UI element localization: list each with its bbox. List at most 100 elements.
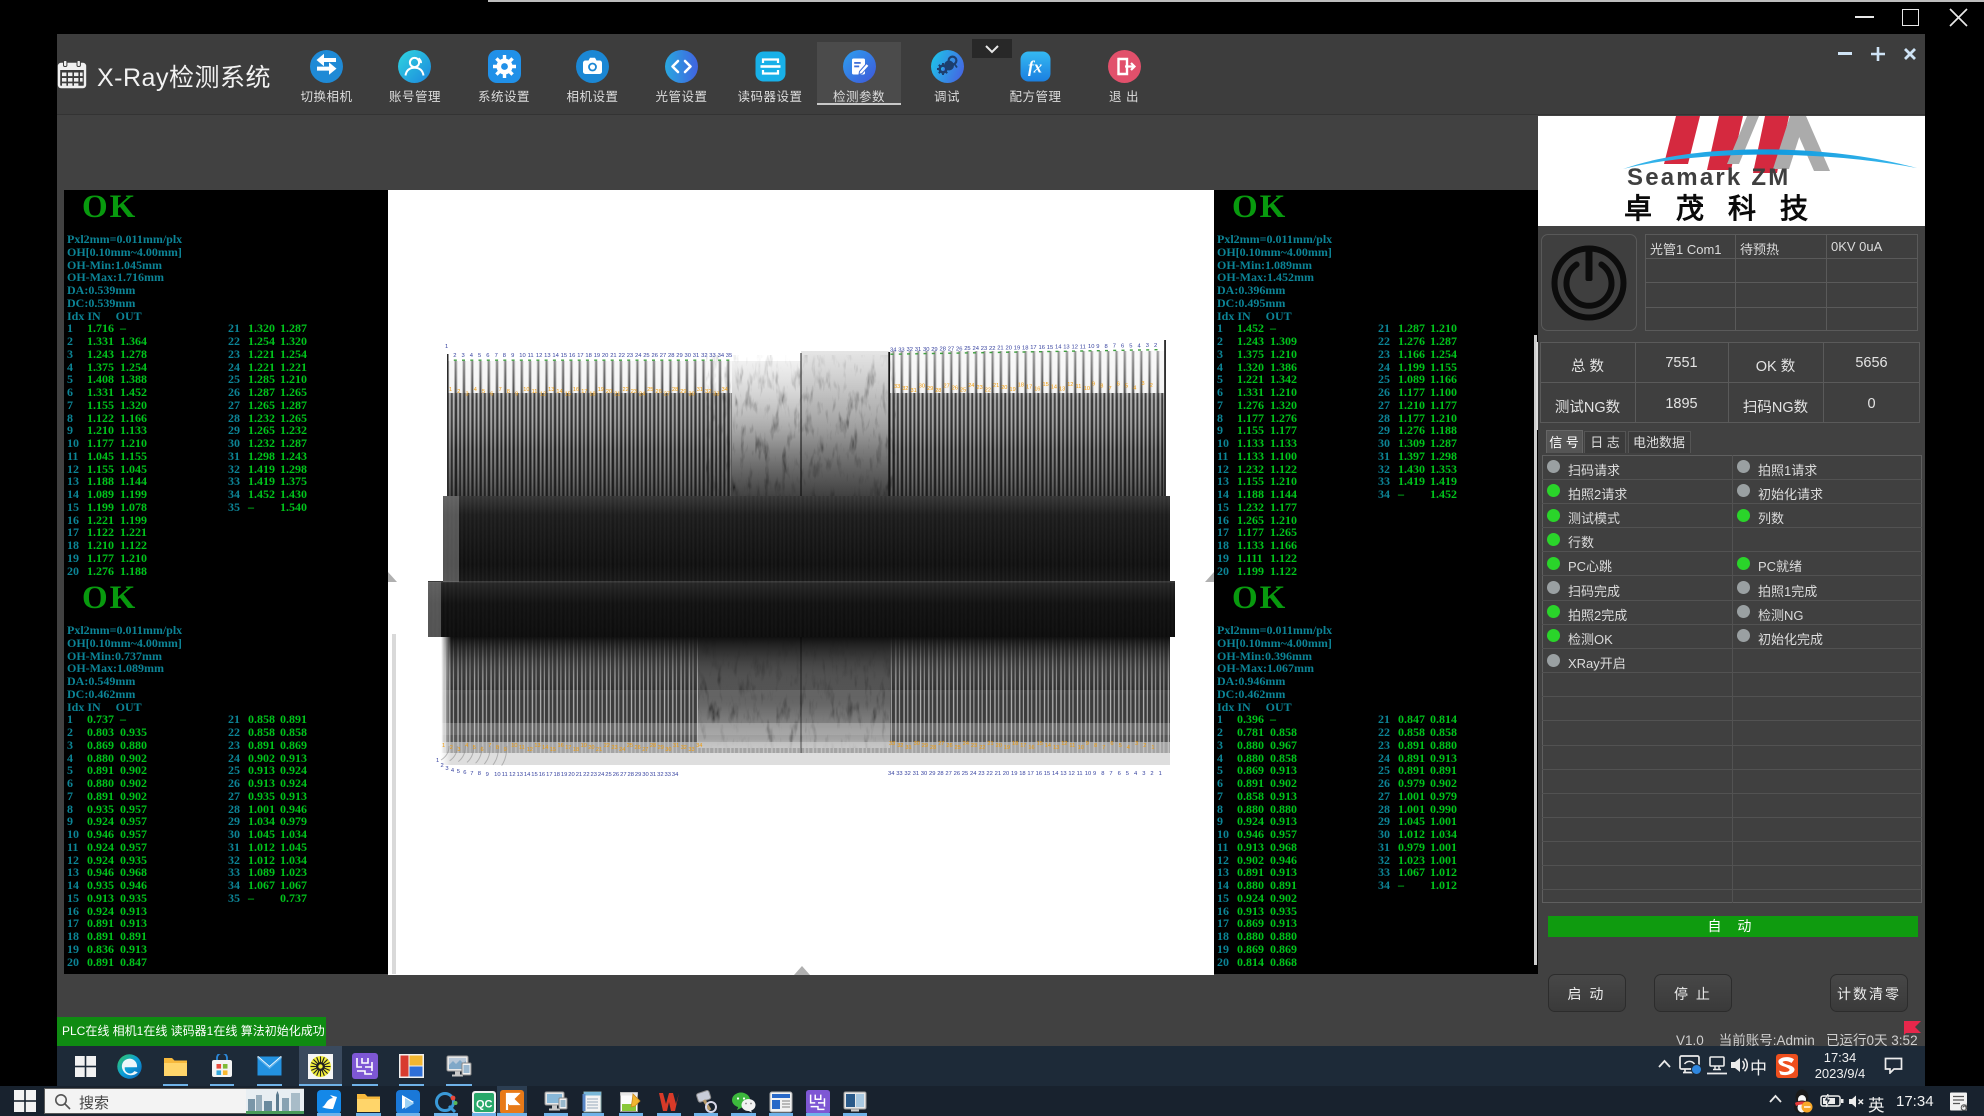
- svg-text:14: 14: [524, 772, 531, 778]
- svg-text:14: 14: [1045, 743, 1051, 749]
- svg-text:30: 30: [665, 747, 671, 753]
- svg-text:27: 27: [945, 771, 951, 777]
- svg-text:3: 3: [1142, 381, 1145, 387]
- svg-text:15: 15: [565, 391, 571, 397]
- svg-text:18: 18: [589, 391, 595, 397]
- svg-text:33: 33: [889, 741, 895, 747]
- svg-text:5: 5: [482, 389, 485, 395]
- svg-text:10: 10: [1088, 344, 1094, 350]
- svg-text:21: 21: [995, 771, 1001, 777]
- svg-text:25: 25: [962, 771, 968, 777]
- svg-text:18: 18: [585, 353, 591, 359]
- svg-text:18: 18: [1012, 741, 1018, 747]
- svg-text:16: 16: [573, 387, 579, 393]
- svg-text:8: 8: [1101, 771, 1104, 777]
- svg-text:10: 10: [1078, 745, 1084, 751]
- svg-text:16: 16: [1036, 771, 1042, 777]
- svg-text:28: 28: [940, 347, 946, 353]
- svg-text:14: 14: [542, 745, 548, 751]
- svg-text:20: 20: [606, 389, 612, 395]
- svg-text:33: 33: [713, 391, 719, 397]
- svg-text:23: 23: [611, 745, 617, 751]
- svg-text:34: 34: [722, 387, 728, 393]
- svg-text:2: 2: [1150, 771, 1153, 777]
- svg-text:6: 6: [481, 747, 484, 753]
- svg-text:15: 15: [1044, 771, 1050, 777]
- svg-text:18: 18: [554, 772, 560, 778]
- svg-text:20: 20: [568, 772, 574, 778]
- svg-text:13: 13: [544, 353, 550, 359]
- svg-text:Seamark ZM: Seamark ZM: [1627, 164, 1790, 191]
- svg-text:19: 19: [1014, 345, 1020, 351]
- svg-text:14: 14: [1055, 345, 1062, 351]
- svg-text:29: 29: [927, 386, 933, 392]
- svg-text:28: 28: [650, 743, 656, 749]
- svg-text:6: 6: [486, 353, 489, 359]
- svg-text:3: 3: [1135, 741, 1138, 747]
- svg-text:23: 23: [981, 346, 987, 352]
- svg-text:20: 20: [1003, 771, 1009, 777]
- svg-text:11: 11: [1080, 344, 1086, 350]
- svg-text:7: 7: [1113, 344, 1116, 350]
- svg-text:26: 26: [952, 386, 958, 392]
- svg-text:5: 5: [1126, 771, 1129, 777]
- svg-text:12: 12: [1061, 741, 1067, 747]
- svg-text:4: 4: [474, 387, 477, 393]
- svg-text:卓茂科技: 卓茂科技: [1624, 193, 1832, 224]
- svg-text:27: 27: [620, 772, 626, 778]
- svg-text:6: 6: [1118, 771, 1121, 777]
- svg-text:20: 20: [1006, 346, 1012, 352]
- svg-text:11: 11: [528, 353, 534, 359]
- svg-text:28: 28: [628, 772, 634, 778]
- svg-text:8: 8: [503, 353, 506, 359]
- svg-text:28: 28: [937, 771, 943, 777]
- svg-text:6: 6: [1110, 741, 1113, 747]
- svg-text:9: 9: [504, 747, 507, 753]
- svg-text:34: 34: [718, 353, 725, 359]
- svg-text:32: 32: [701, 353, 707, 359]
- svg-text:3: 3: [1146, 343, 1149, 349]
- svg-text:10: 10: [1085, 771, 1091, 777]
- svg-text:6: 6: [1117, 381, 1120, 387]
- svg-text:7: 7: [495, 353, 498, 359]
- svg-text:24: 24: [970, 771, 977, 777]
- svg-text:31: 31: [913, 771, 919, 777]
- svg-text:27: 27: [660, 353, 666, 359]
- svg-text:15: 15: [1047, 345, 1053, 351]
- svg-text:5: 5: [473, 745, 476, 751]
- svg-text:26: 26: [954, 771, 960, 777]
- svg-text:30: 30: [919, 384, 925, 390]
- svg-text:22: 22: [986, 771, 992, 777]
- svg-text:1: 1: [442, 743, 445, 749]
- svg-text:2: 2: [441, 763, 444, 769]
- svg-text:28: 28: [935, 388, 941, 394]
- svg-text:33: 33: [709, 353, 715, 359]
- svg-text:31: 31: [911, 388, 917, 394]
- svg-text:5: 5: [1125, 383, 1128, 389]
- svg-text:2: 2: [1154, 343, 1157, 349]
- svg-text:17: 17: [1026, 385, 1032, 391]
- svg-text:6: 6: [1121, 344, 1124, 350]
- svg-text:3: 3: [462, 353, 465, 359]
- svg-text:30: 30: [689, 391, 695, 397]
- svg-text:14: 14: [556, 389, 562, 395]
- svg-text:10: 10: [523, 387, 529, 393]
- svg-text:25: 25: [647, 387, 653, 393]
- svg-text:21: 21: [997, 346, 1003, 352]
- svg-text:34: 34: [890, 348, 897, 354]
- svg-text:22: 22: [604, 743, 610, 749]
- svg-text:8: 8: [478, 771, 481, 777]
- svg-text:8: 8: [1094, 743, 1097, 749]
- svg-text:16: 16: [569, 353, 575, 359]
- svg-text:30: 30: [642, 772, 648, 778]
- svg-text:14: 14: [1051, 384, 1057, 390]
- svg-text:24: 24: [639, 391, 645, 397]
- svg-text:19: 19: [1004, 745, 1010, 751]
- svg-text:1: 1: [445, 344, 448, 350]
- svg-text:13: 13: [548, 387, 554, 393]
- svg-text:14: 14: [1052, 771, 1059, 777]
- svg-text:25: 25: [964, 346, 970, 352]
- svg-text:29: 29: [922, 743, 928, 749]
- svg-text:29: 29: [680, 389, 686, 395]
- svg-text:17: 17: [1020, 743, 1026, 749]
